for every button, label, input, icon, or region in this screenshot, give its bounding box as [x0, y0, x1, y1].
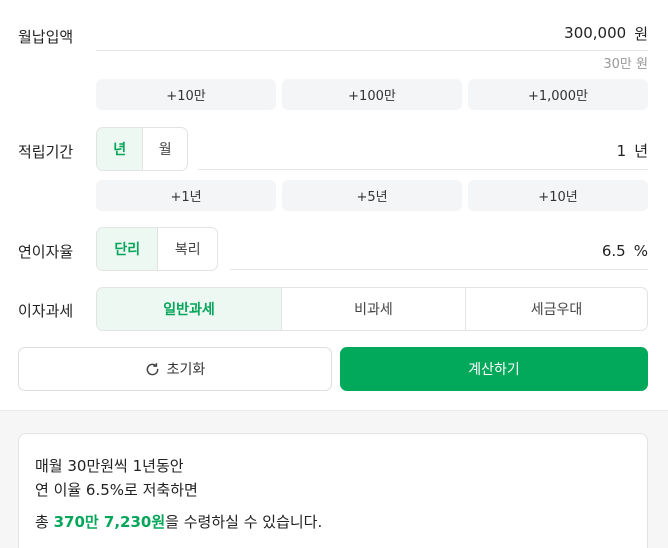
result-total-amount: 370만 7,230원 — [53, 513, 166, 531]
period-unit-year[interactable]: 년 — [97, 128, 143, 170]
tax-general-option[interactable]: 일반과세 — [97, 288, 281, 330]
result-card: 매월 30만원씩 1년동안 연 이율 6.5%로 저축하면 총 370만 7,2… — [18, 433, 648, 548]
period-label: 적립기간 — [18, 143, 74, 161]
result-total-prefix: 총 — [35, 513, 54, 531]
rate-value: 6.5 — [601, 241, 626, 260]
add-10-year-button[interactable]: +10년 — [468, 180, 648, 211]
tax-label: 이자과세 — [18, 302, 74, 320]
result-total-suffix: 을 수령하실 수 있습니다. — [165, 513, 323, 531]
add-1m-button[interactable]: +100만 — [282, 79, 462, 110]
simple-interest-option[interactable]: 단리 — [97, 228, 158, 270]
tax-preferential-option[interactable]: 세금우대 — [465, 288, 647, 330]
monthly-quick-row: +10만 +100만 +1,000만 — [96, 79, 648, 110]
period-input[interactable]: 1 년 — [198, 132, 648, 170]
monthly-amount-hint: 30만 원 — [603, 57, 648, 72]
result-total-line: 총 370만 7,230원을 수령하실 수 있습니다. — [35, 510, 631, 534]
period-unit-month[interactable]: 월 — [142, 128, 187, 170]
rate-label: 연이자율 — [18, 243, 74, 261]
tax-type-toggle: 일반과세 비과세 세금우대 — [96, 287, 648, 331]
result-line-1: 매월 30만원씩 1년동안 — [35, 457, 184, 475]
add-1-year-button[interactable]: +1년 — [96, 180, 276, 211]
add-100k-button[interactable]: +10만 — [96, 79, 276, 110]
period-quick-row: +1년 +5년 +10년 — [96, 180, 648, 211]
add-5-year-button[interactable]: +5년 — [282, 180, 462, 211]
monthly-amount-value: 300,000 — [564, 24, 627, 42]
period-unit-label: 년 — [634, 142, 648, 160]
monthly-amount-input[interactable]: 300,000 원 — [96, 16, 648, 51]
period-value: 1 — [616, 141, 627, 160]
reset-button-label: 초기화 — [166, 362, 206, 378]
monthly-amount-unit: 원 — [634, 24, 648, 43]
refresh-icon — [146, 362, 159, 375]
monthly-label: 월납입액 — [18, 28, 74, 46]
calculate-button[interactable]: 계산하기 — [340, 347, 648, 391]
compound-interest-option[interactable]: 복리 — [157, 228, 217, 270]
period-unit-toggle: 년 월 — [96, 127, 188, 171]
interest-type-toggle: 단리 복리 — [96, 227, 218, 271]
tax-exempt-option[interactable]: 비과세 — [281, 288, 465, 330]
rate-input[interactable]: 6.5 % — [230, 232, 648, 270]
add-10m-button[interactable]: +1,000만 — [468, 79, 648, 110]
reset-button[interactable]: 초기화 — [18, 347, 332, 391]
result-line-2: 연 이율 6.5%로 저축하면 — [35, 481, 198, 499]
calculate-button-label: 계산하기 — [468, 362, 520, 378]
rate-unit: % — [633, 241, 648, 260]
